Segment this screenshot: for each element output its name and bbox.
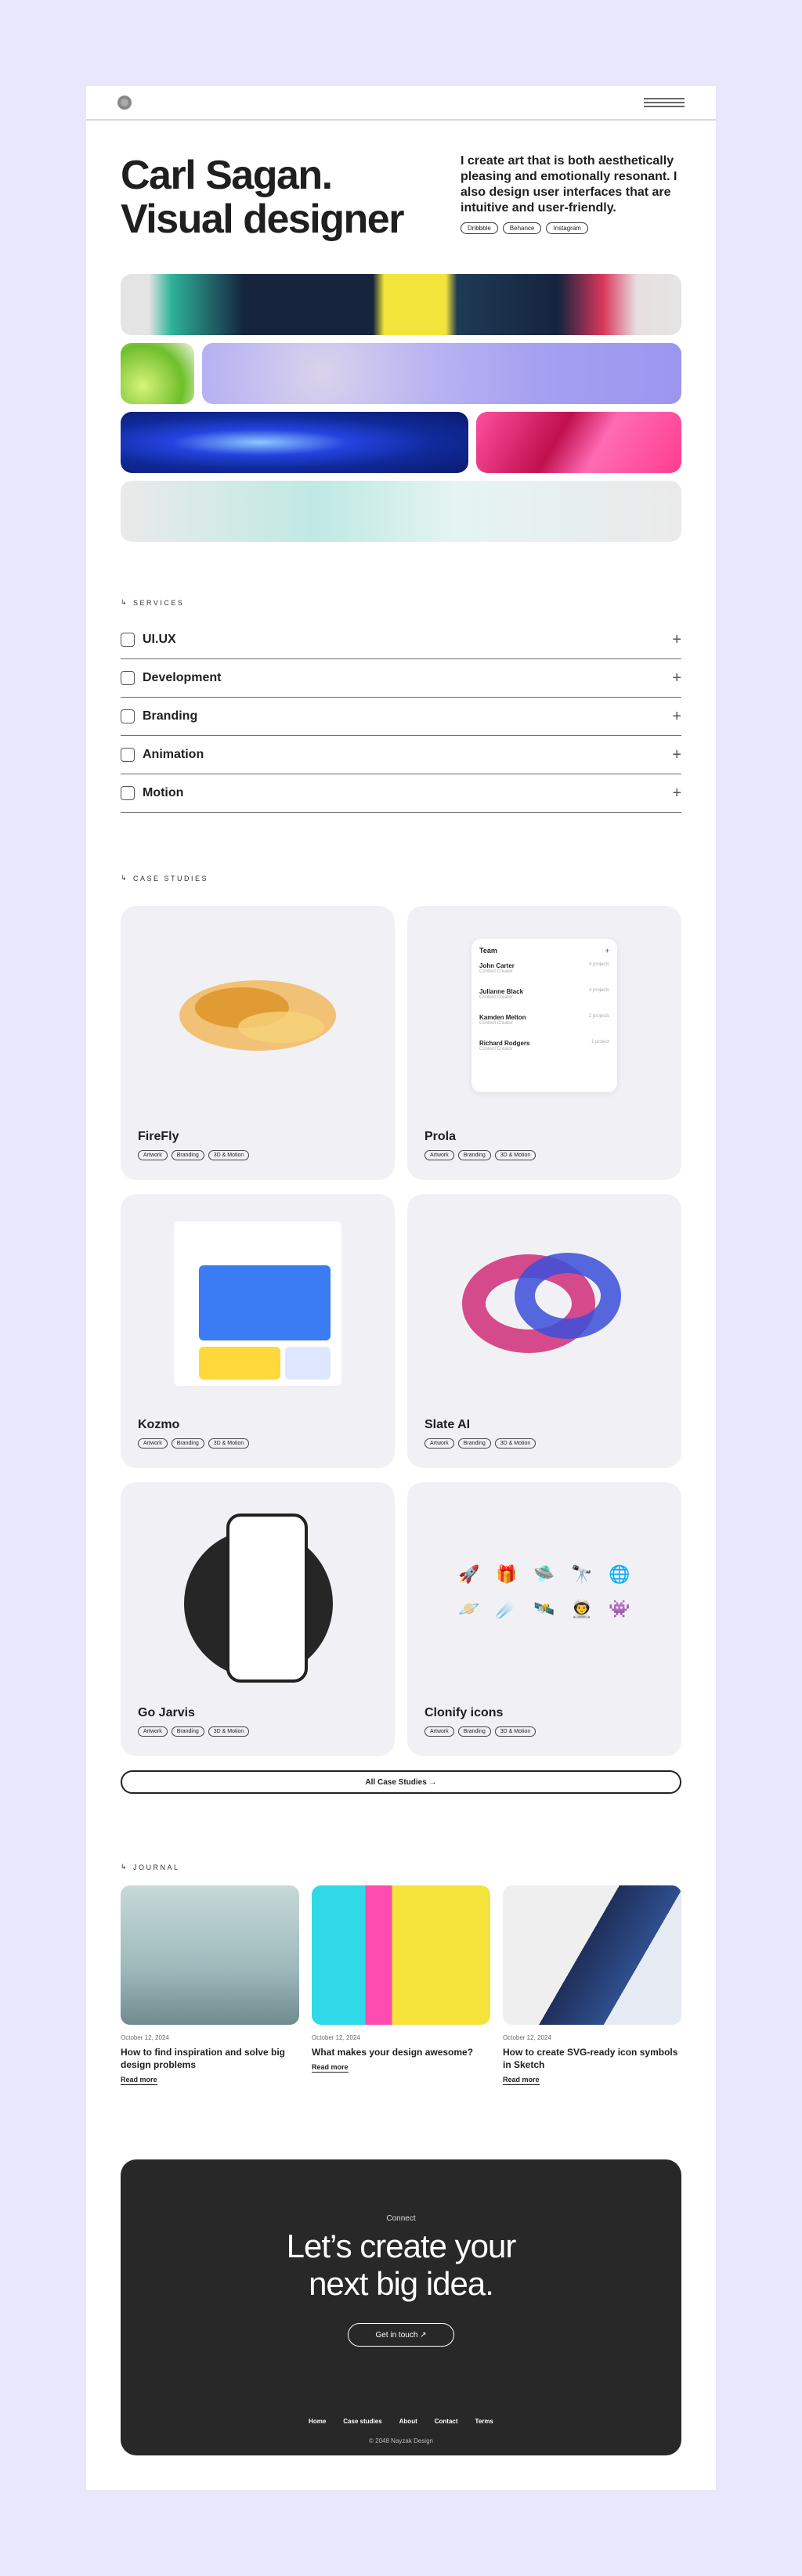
plus-icon: +: [672, 707, 681, 725]
service-branding[interactable]: Branding +: [121, 698, 681, 736]
arrow-icon: ↳: [121, 598, 129, 606]
phone-mockup: [226, 1513, 308, 1683]
service-uiux[interactable]: UI.UX +: [121, 621, 681, 659]
case-studies-label: ↳ CASE STUDIES: [121, 874, 209, 882]
footer-link-about[interactable]: About: [399, 2418, 417, 2425]
gallery-image-pink: [476, 412, 681, 473]
get-in-touch-button[interactable]: Get in touch ↗: [348, 2323, 454, 2347]
cta-headline: Let’s create your next big idea.: [286, 2228, 517, 2302]
plus-icon: +: [672, 784, 681, 802]
cta-kicker: Connect: [386, 2214, 416, 2223]
footer-link-case-studies[interactable]: Case studies: [343, 2418, 381, 2425]
journal-image: [503, 1885, 681, 2025]
icon-set: 🚀 🎁 🛸 🔭 🌐 🪐 ☄️ 🛰️ 👨‍🚀 👾: [458, 1564, 630, 1618]
plus-icon: +: [672, 630, 681, 648]
hero-name: Carl Sagan.: [121, 153, 333, 198]
journal-label: ↳ JOURNAL: [121, 1863, 180, 1871]
prola-team-panel: Team + John Carter Content Creator 4 projec…: [471, 939, 617, 1092]
case-card-go-jarvis[interactable]: Go Jarvis Artwork Branding 3D & Motion: [121, 1482, 395, 1756]
gallery-image-green: [121, 343, 194, 404]
service-animation[interactable]: Animation +: [121, 736, 681, 774]
slate-ai-knot-artwork: [462, 1253, 621, 1353]
case-card-kozmo[interactable]: Kozmo Artwork Branding 3D & Motion: [121, 1194, 395, 1468]
hero-tagline: I create art that is both aesthetically …: [461, 154, 677, 215]
animation-icon: [121, 748, 135, 762]
journal-image: [121, 1885, 299, 2025]
arrow-icon: ↳: [121, 874, 129, 882]
behance-link[interactable]: Behance: [502, 222, 542, 234]
plus-icon: +: [605, 947, 609, 954]
gallery: [86, 274, 716, 542]
all-case-studies-button[interactable]: All Case Studies →: [121, 1770, 681, 1794]
read-more-link[interactable]: Read more: [503, 2076, 540, 2085]
plus-icon: +: [672, 745, 681, 763]
uiux-icon: [121, 633, 135, 647]
footer-link-home[interactable]: Home: [309, 2418, 326, 2425]
page: Carl Sagan. Visual designer I create art …: [86, 86, 716, 2490]
dribbble-link[interactable]: Dribbble: [461, 222, 498, 234]
footer-nav: Home Case studies About Contact Terms: [121, 2418, 681, 2425]
copyright: © 2048 Nayzak Design: [369, 2437, 433, 2444]
journal-post[interactable]: October 12, 2024 How to find inspiration …: [121, 1885, 299, 2086]
development-icon: [121, 671, 135, 685]
footer-link-terms[interactable]: Terms: [475, 2418, 493, 2425]
contact-section: Connect Let’s create your next big idea. …: [121, 2159, 681, 2455]
gallery-image-mint: [121, 481, 681, 542]
read-more-link[interactable]: Read more: [312, 2063, 349, 2073]
hero: Carl Sagan. Visual designer I create art …: [86, 153, 716, 241]
kozmo-dashboard: [174, 1221, 341, 1386]
menu-icon[interactable]: [644, 98, 685, 107]
journal-image: [312, 1885, 490, 2025]
service-development[interactable]: Development +: [121, 659, 681, 698]
footer-link-contact[interactable]: Contact: [435, 2418, 458, 2425]
branding-icon: [121, 709, 135, 723]
case-card-prola[interactable]: Team + John Carter Content Creator 4 projec…: [407, 906, 681, 1180]
gallery-image-lavender: [202, 343, 681, 404]
case-card-clonify-icons[interactable]: 🚀 🎁 🛸 🔭 🌐 🪐 ☄️ 🛰️ 👨‍🚀 👾 Clonify icons Artwork Bran…: [407, 1482, 681, 1756]
plus-icon: +: [672, 669, 681, 687]
arrow-icon: ↳: [121, 1863, 129, 1871]
journal-post[interactable]: October 12, 2024 How to create SVG-ready …: [503, 1885, 681, 2086]
read-more-link[interactable]: Read more: [121, 2076, 157, 2085]
case-card-firefly[interactable]: FireFly Artwork Branding 3D & Motion: [121, 906, 395, 1180]
firefly-artwork: [179, 980, 336, 1051]
instagram-link[interactable]: Instagram: [546, 222, 588, 234]
service-motion[interactable]: Motion +: [121, 774, 681, 813]
gallery-image-blue: [121, 412, 468, 473]
hero-title: Carl Sagan. Visual designer: [121, 153, 450, 241]
journal-post[interactable]: October 12, 2024 What makes your design a…: [312, 1885, 490, 2086]
case-card-slate-ai[interactable]: Slate AI Artwork Branding 3D & Motion: [407, 1194, 681, 1468]
services-label: ↳ SERVICES: [121, 598, 185, 607]
site-header: [86, 86, 716, 121]
hero-role: Visual designer: [121, 197, 404, 242]
logo-icon[interactable]: [117, 96, 132, 110]
motion-icon: [121, 786, 135, 800]
gallery-image-stripes: [121, 274, 681, 335]
